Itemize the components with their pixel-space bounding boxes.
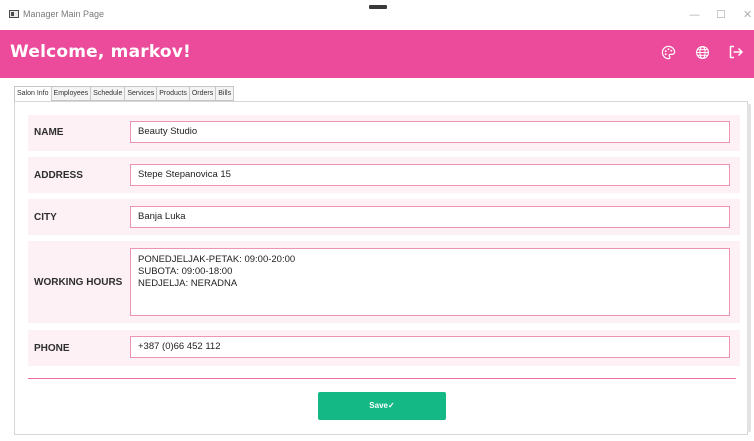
name-field[interactable]: Beauty Studio [130, 121, 730, 143]
close-button[interactable]: ✕ [743, 8, 752, 21]
drag-handle[interactable] [369, 5, 387, 9]
tab-services[interactable]: Services [125, 86, 158, 101]
window-title: Manager Main Page [23, 9, 105, 19]
tab-bills[interactable]: Bills [216, 86, 235, 101]
tab-products[interactable]: Products [157, 86, 190, 101]
tab-salon-info[interactable]: Salon Info [14, 86, 52, 102]
form-divider [28, 378, 736, 379]
name-label: NAME [34, 127, 64, 138]
welcome-text: Welcome, markov! [10, 42, 192, 62]
city-field[interactable]: Banja Luka [130, 206, 730, 228]
tab-schedule[interactable]: Schedule [91, 86, 126, 101]
app-header: Welcome, markov! [0, 30, 754, 78]
maximize-button[interactable]: ☐ [716, 8, 726, 21]
palette-icon[interactable] [659, 43, 677, 61]
address-field[interactable]: Stepe Stepanovica 15 [130, 164, 730, 186]
vertical-scrollbar[interactable] [747, 104, 751, 432]
address-label: ADDRESS [34, 170, 83, 181]
name-row: NAME Beauty Studio [28, 115, 740, 151]
working-hours-row: WORKING HOURS PONEDJELJAK-PETAK: 09:00-2… [28, 241, 740, 323]
minimize-button[interactable]: — [689, 8, 700, 21]
city-row: CITY Banja Luka [28, 199, 740, 235]
app-window-icon [9, 10, 19, 18]
tab-employees[interactable]: Employees [51, 86, 92, 101]
phone-label: PHONE [34, 343, 70, 354]
phone-field[interactable]: +387 (0)66 452 112 [130, 336, 730, 358]
logout-icon[interactable] [727, 43, 745, 61]
globe-icon[interactable] [693, 43, 711, 61]
city-label: CITY [34, 212, 57, 223]
working-hours-label: WORKING HOURS [34, 277, 123, 288]
save-button[interactable]: Save✓ [318, 392, 446, 420]
tab-strip: Salon Info Employees Schedule Services P… [14, 86, 235, 102]
working-hours-field[interactable]: PONEDJELJAK-PETAK: 09:00-20:00 SUBOTA: 0… [130, 248, 730, 316]
address-row: ADDRESS Stepe Stepanovica 15 [28, 157, 740, 193]
window-titlebar: Manager Main Page — ☐ ✕ [0, 0, 754, 30]
tab-orders[interactable]: Orders [189, 86, 217, 101]
phone-row: PHONE +387 (0)66 452 112 [28, 330, 740, 366]
